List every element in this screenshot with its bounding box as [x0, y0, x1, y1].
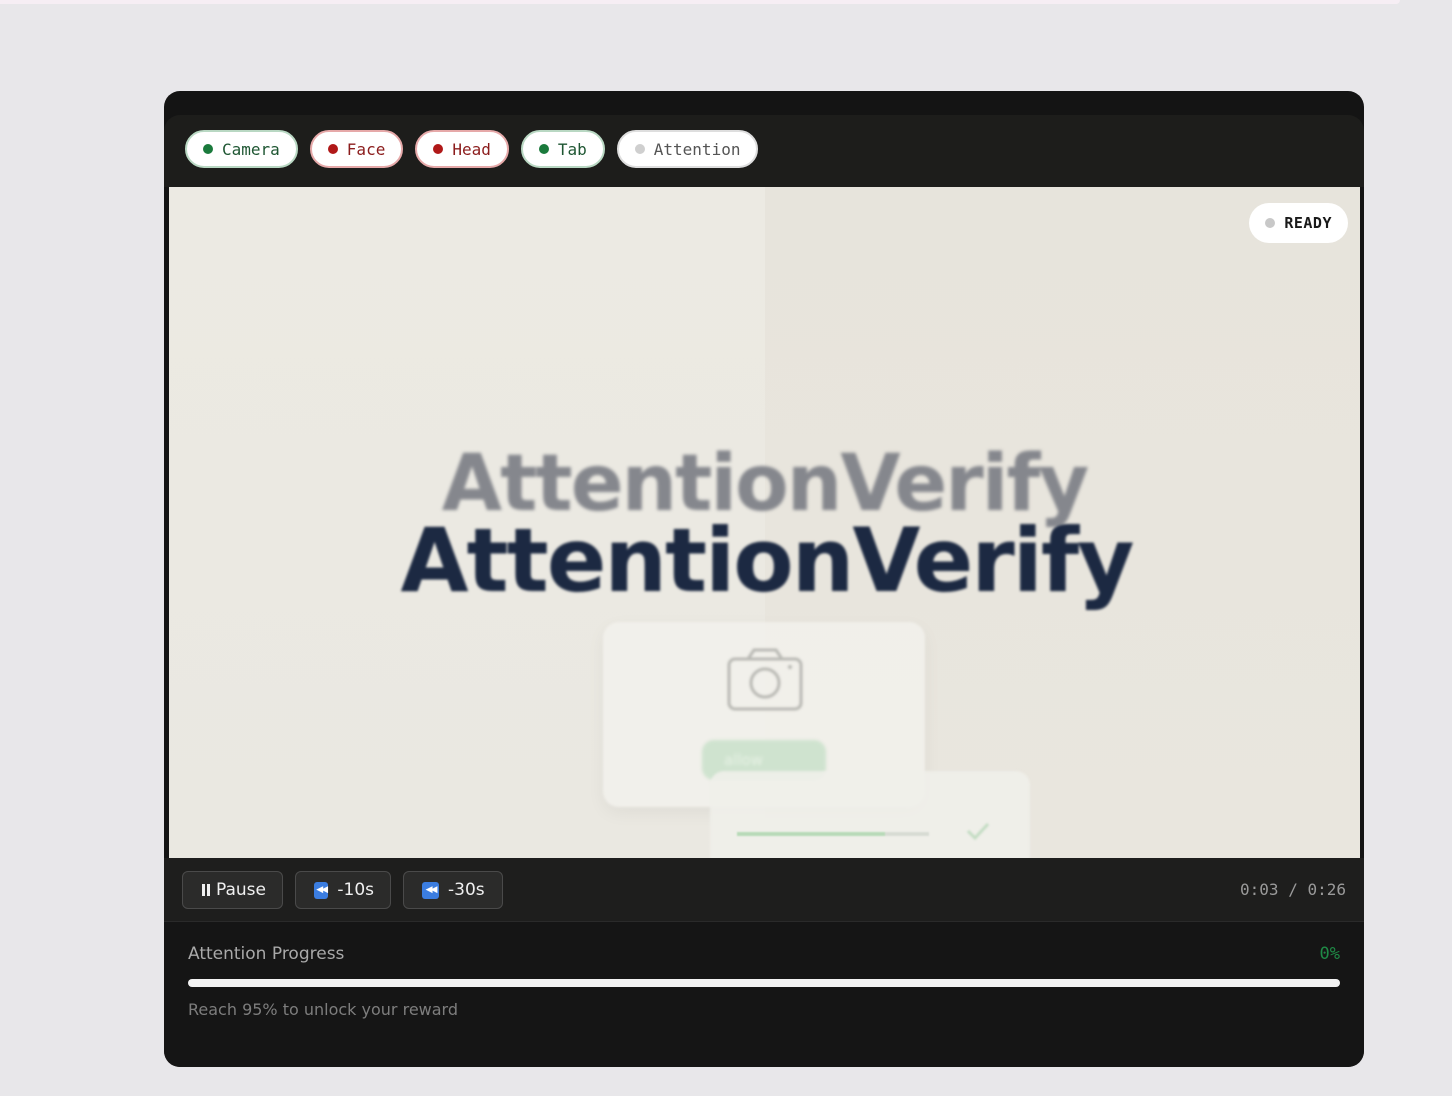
- rewind-30s-label: -30s: [448, 880, 485, 900]
- status-dot-icon: [538, 144, 549, 154]
- blurred-progress-card: [710, 771, 1030, 858]
- video-frame[interactable]: allow AttentionVerify AttentionVerify RE…: [169, 187, 1360, 858]
- progress-hint: Reach 95% to unlock your reward: [188, 1000, 459, 1019]
- video-player: Camera Face Head Tab Attention allow Att…: [164, 91, 1364, 1067]
- indicator-attention: Attention: [616, 130, 759, 168]
- indicator-label: Tab: [557, 139, 587, 159]
- ready-badge: READY: [1249, 203, 1348, 243]
- rewind-10s-label: -10s: [337, 880, 374, 900]
- status-dot-icon: [634, 144, 645, 154]
- pause-icon: [201, 884, 210, 896]
- status-dot-icon: [327, 144, 338, 154]
- brand-text-front: AttentionVerify: [400, 509, 1134, 612]
- pause-button[interactable]: Pause: [182, 871, 283, 909]
- time-readout: 0:03 / 0:26: [1240, 880, 1346, 899]
- playback-controls: Pause ◀◀ -10s ◀◀ -30s 0:03 / 0:26: [164, 858, 1364, 922]
- check-icon: [966, 822, 990, 841]
- status-indicators: Camera Face Head Tab Attention: [185, 130, 759, 168]
- indicator-label: Face: [346, 139, 386, 159]
- indicator-camera: Camera: [185, 130, 298, 168]
- blurred-progress-fill: [737, 832, 885, 836]
- camera-icon: [727, 648, 803, 711]
- rewind-icon: ◀◀: [314, 881, 329, 899]
- indicator-label: Camera: [222, 139, 280, 159]
- indicator-face: Face: [309, 130, 404, 168]
- indicator-label: Head: [452, 139, 491, 159]
- rewind-30s-button[interactable]: ◀◀ -30s: [403, 871, 503, 909]
- status-dot-icon: [1265, 218, 1276, 228]
- status-dot-icon: [433, 144, 444, 154]
- blurred-progress-bar: [737, 832, 929, 836]
- rewind-10s-button[interactable]: ◀◀ -10s: [295, 871, 391, 909]
- ready-label: READY: [1284, 214, 1332, 232]
- progress-percent: 0%: [1319, 944, 1340, 964]
- pause-label: Pause: [216, 880, 266, 900]
- indicator-label: Attention: [653, 139, 741, 159]
- indicator-tab: Tab: [520, 130, 605, 168]
- progress-bar: [188, 979, 1340, 987]
- rewind-icon: ◀◀: [422, 881, 439, 899]
- status-dot-icon: [203, 144, 213, 154]
- top-bar-strip: [0, 0, 1400, 4]
- top-bar: [0, 0, 1452, 16]
- indicator-head: Head: [415, 130, 509, 168]
- attention-progress-panel: Attention Progress 0% Reach 95% to unloc…: [164, 922, 1364, 1067]
- progress-title: Attention Progress: [188, 944, 345, 964]
